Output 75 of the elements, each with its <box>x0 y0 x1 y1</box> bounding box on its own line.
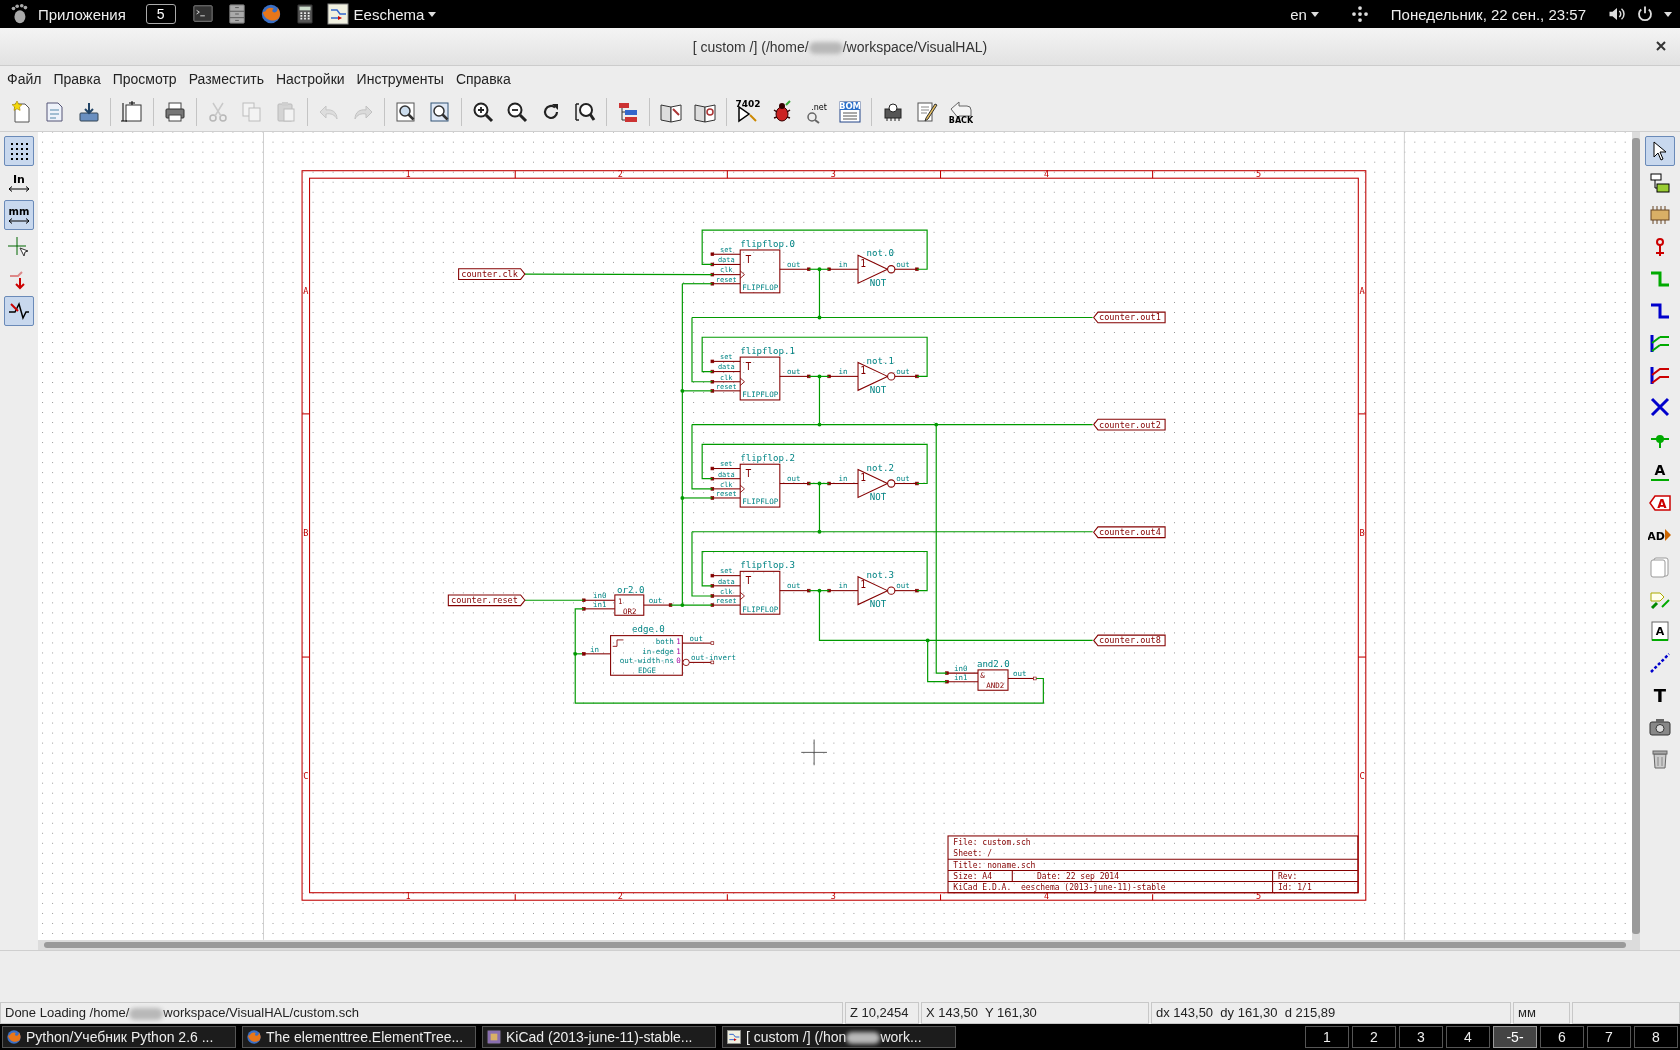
border-coordinate: 5 <box>1256 891 1262 902</box>
window-title: [ custom /] (/home/ /workspace/VisualHAL) <box>692 38 988 55</box>
component-reference: not.0 <box>866 248 894 259</box>
border-coordinate: 2 <box>617 169 623 180</box>
border-coordinate: 3 <box>830 891 836 902</box>
menu-item[interactable]: Правка <box>47 69 107 89</box>
border-coordinate: C <box>1359 771 1365 782</box>
global-label: counter.out2 <box>1093 418 1166 431</box>
component-symbol-text: 1 <box>860 364 866 376</box>
menu-item[interactable]: Просмотр <box>106 69 183 89</box>
component-reference: flipflop.1 <box>740 345 795 356</box>
component-symbol-text: T <box>745 575 752 587</box>
border-coordinate: 2 <box>617 891 623 902</box>
component-reference: not.1 <box>866 355 894 366</box>
status-message: Done Loading /home/ workspace/VisualHAL/custom.sch <box>0 1002 843 1024</box>
global-label: counter.out8 <box>1093 634 1166 647</box>
border-coordinate: 4 <box>1044 891 1050 902</box>
component-symbol-text: 1 <box>860 471 866 483</box>
component-reference: or2.0 <box>617 584 645 595</box>
component-reference: not.2 <box>866 462 894 473</box>
global-label: counter.out1 <box>1093 311 1166 324</box>
component-symbol-text: 1 <box>860 578 866 590</box>
workspace-button[interactable]: 2 <box>1352 1026 1396 1048</box>
border-coordinate: 3 <box>830 169 836 180</box>
component-value: NOT <box>869 492 887 503</box>
border-coordinate: 1 <box>405 891 411 902</box>
cursor-position: X 143,50 Y 161,30 <box>921 1002 1149 1024</box>
border-coordinate: C <box>303 771 309 782</box>
component-symbol-text: T <box>745 468 752 480</box>
component-reference: and2.0 <box>976 658 1010 669</box>
units-readout: мм <box>1513 1002 1570 1024</box>
cursor-delta: dx 143,50 dy 161,30 d 215,89 <box>1151 1002 1511 1024</box>
workspace-button[interactable]: 6 <box>1540 1026 1584 1048</box>
component-reference: not.3 <box>866 569 894 580</box>
workspace-button[interactable]: 4 <box>1446 1026 1490 1048</box>
component-value: NOT <box>869 385 887 395</box>
menu-item[interactable]: Разместить <box>182 69 270 89</box>
zoom-readout: Z 10,2454 <box>845 1002 919 1024</box>
taskbar-window-button[interactable]: KiCad (2013-june-11)-stable... <box>482 1026 716 1048</box>
clock[interactable]: Понедельник, 22 сен., 23:57 <box>1390 5 1586 23</box>
menu-item[interactable]: Файл <box>1 69 48 89</box>
component-symbol-text: 1 <box>860 257 866 269</box>
component-symbol-text: T <box>745 360 752 372</box>
menu-item[interactable]: Инструменты <box>350 69 450 89</box>
menu-item[interactable]: Настройки <box>269 69 351 89</box>
component-value: NOT <box>869 277 887 288</box>
applications-menu[interactable]: Приложения <box>38 5 126 23</box>
taskbar-window-button[interactable]: [ custom /] (/hon work... <box>722 1026 956 1048</box>
workspace-button[interactable]: 1 <box>1305 1026 1349 1048</box>
workspace-button[interactable]: -5- <box>1493 1026 1537 1048</box>
border-coordinate: B <box>303 528 309 538</box>
border-coordinate: A <box>1359 285 1365 296</box>
border-coordinate: 1 <box>405 169 411 180</box>
global-label: counter.clk <box>458 268 526 280</box>
workspace-indicator[interactable]: 5 <box>145 4 176 24</box>
component-reference: flipflop.2 <box>740 453 795 463</box>
workspace-button[interactable]: 7 <box>1587 1026 1631 1048</box>
component-reference: flipflop.0 <box>740 238 795 249</box>
workspace-button[interactable]: 8 <box>1634 1026 1678 1048</box>
global-label: counter.out4 <box>1093 526 1166 539</box>
app-menu[interactable]: Eeschema <box>353 5 425 23</box>
component-symbol-text: T <box>745 253 752 265</box>
keyboard-layout[interactable]: en <box>1290 5 1307 23</box>
taskbar-window-button[interactable]: The elementtree.ElementTree... <box>242 1026 476 1048</box>
workspace-button[interactable]: 3 <box>1399 1026 1443 1048</box>
border-coordinate: B <box>1359 528 1365 538</box>
border-coordinate: 5 <box>1256 169 1262 180</box>
component-reference: edge.0 <box>632 624 665 635</box>
component-reference: flipflop.3 <box>740 560 795 571</box>
component-value: NOT <box>869 599 887 610</box>
border-coordinate: A <box>303 285 309 296</box>
menu-item[interactable]: Справка <box>449 69 517 89</box>
border-coordinate: 4 <box>1044 169 1050 180</box>
taskbar-window-button[interactable]: Python/Учебник Python 2.6 ... <box>2 1026 236 1048</box>
global-label: counter.reset <box>447 594 526 607</box>
